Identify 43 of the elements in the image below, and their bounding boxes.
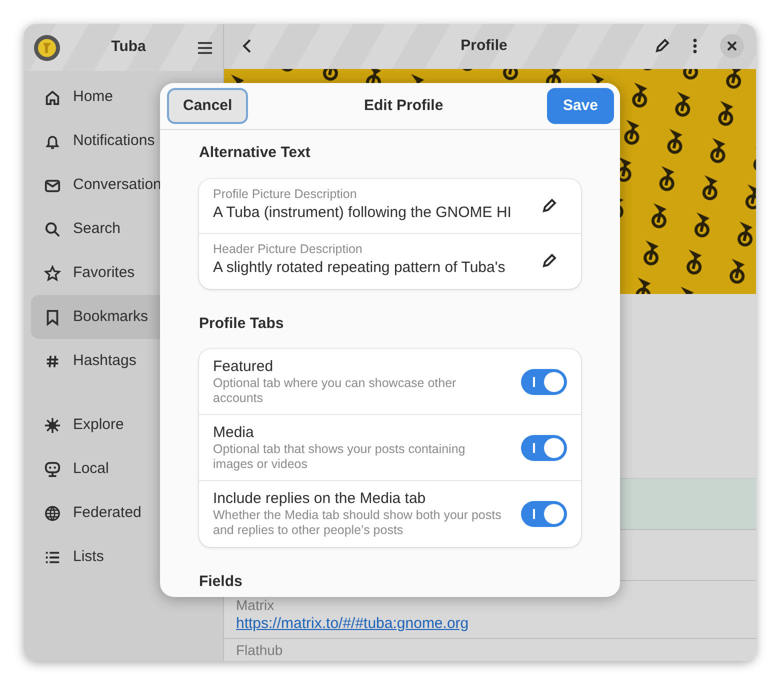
header-title: Profile xyxy=(460,36,508,56)
entry-label: Profile Picture Description xyxy=(213,186,358,202)
menu-button[interactable] xyxy=(197,40,213,56)
pencil-icon xyxy=(541,253,557,269)
section-heading: Fields xyxy=(199,572,244,592)
text-field[interactable]: A slightly rotated repeating pattern of Tuba's xyxy=(213,259,527,278)
search-icon xyxy=(44,220,61,238)
field-label: Flathub xyxy=(236,642,284,658)
section-heading: Alternative Text xyxy=(199,143,312,163)
more-icon xyxy=(692,38,698,54)
edit-button[interactable] xyxy=(654,38,670,54)
edit-button[interactable] xyxy=(541,198,557,214)
setting-description: Optional tab where you can showcase other accounts xyxy=(213,376,458,406)
home-icon xyxy=(44,88,61,106)
pencil-icon xyxy=(541,198,557,214)
globe-icon xyxy=(44,504,61,522)
field-link[interactable]: https://matrix.to/#/#tuba:gnome.org xyxy=(236,614,469,632)
setting-title: Include replies on the Media tab xyxy=(213,490,427,508)
more-button[interactable] xyxy=(692,38,698,54)
field-label: Matrix xyxy=(236,596,276,613)
pencil-icon xyxy=(654,38,670,54)
app-logo-icon xyxy=(34,34,60,60)
star-icon xyxy=(44,264,61,282)
setting-description: Whether the Media tab should show both your posts and replies to other people’s posts xyxy=(213,508,502,538)
edit-button[interactable] xyxy=(541,253,557,269)
cancel-button[interactable]: Cancel xyxy=(167,88,248,124)
toggle-switch[interactable] xyxy=(521,501,567,527)
menu-icon xyxy=(197,40,213,56)
setting-title: Media xyxy=(213,424,255,442)
setting-title: Featured xyxy=(213,358,274,376)
entry-label: Header Picture Description xyxy=(213,242,364,258)
close-button[interactable] xyxy=(720,34,744,58)
toggle-switch[interactable] xyxy=(521,368,567,394)
setting-description: Optional tab that shows your posts containing images or videos xyxy=(213,442,466,472)
dialog-title: Edit Profile xyxy=(364,96,444,116)
toggle-switch[interactable] xyxy=(521,434,567,460)
save-button[interactable]: Save xyxy=(546,88,614,124)
text-field[interactable]: A Tuba (instrument) following the GNOME HI xyxy=(213,204,527,222)
monitor-icon xyxy=(44,460,61,478)
sparkle-icon xyxy=(44,416,61,434)
sidebar-title: Tuba xyxy=(110,37,147,58)
bookmark-icon xyxy=(44,308,61,326)
close-icon xyxy=(727,41,737,52)
